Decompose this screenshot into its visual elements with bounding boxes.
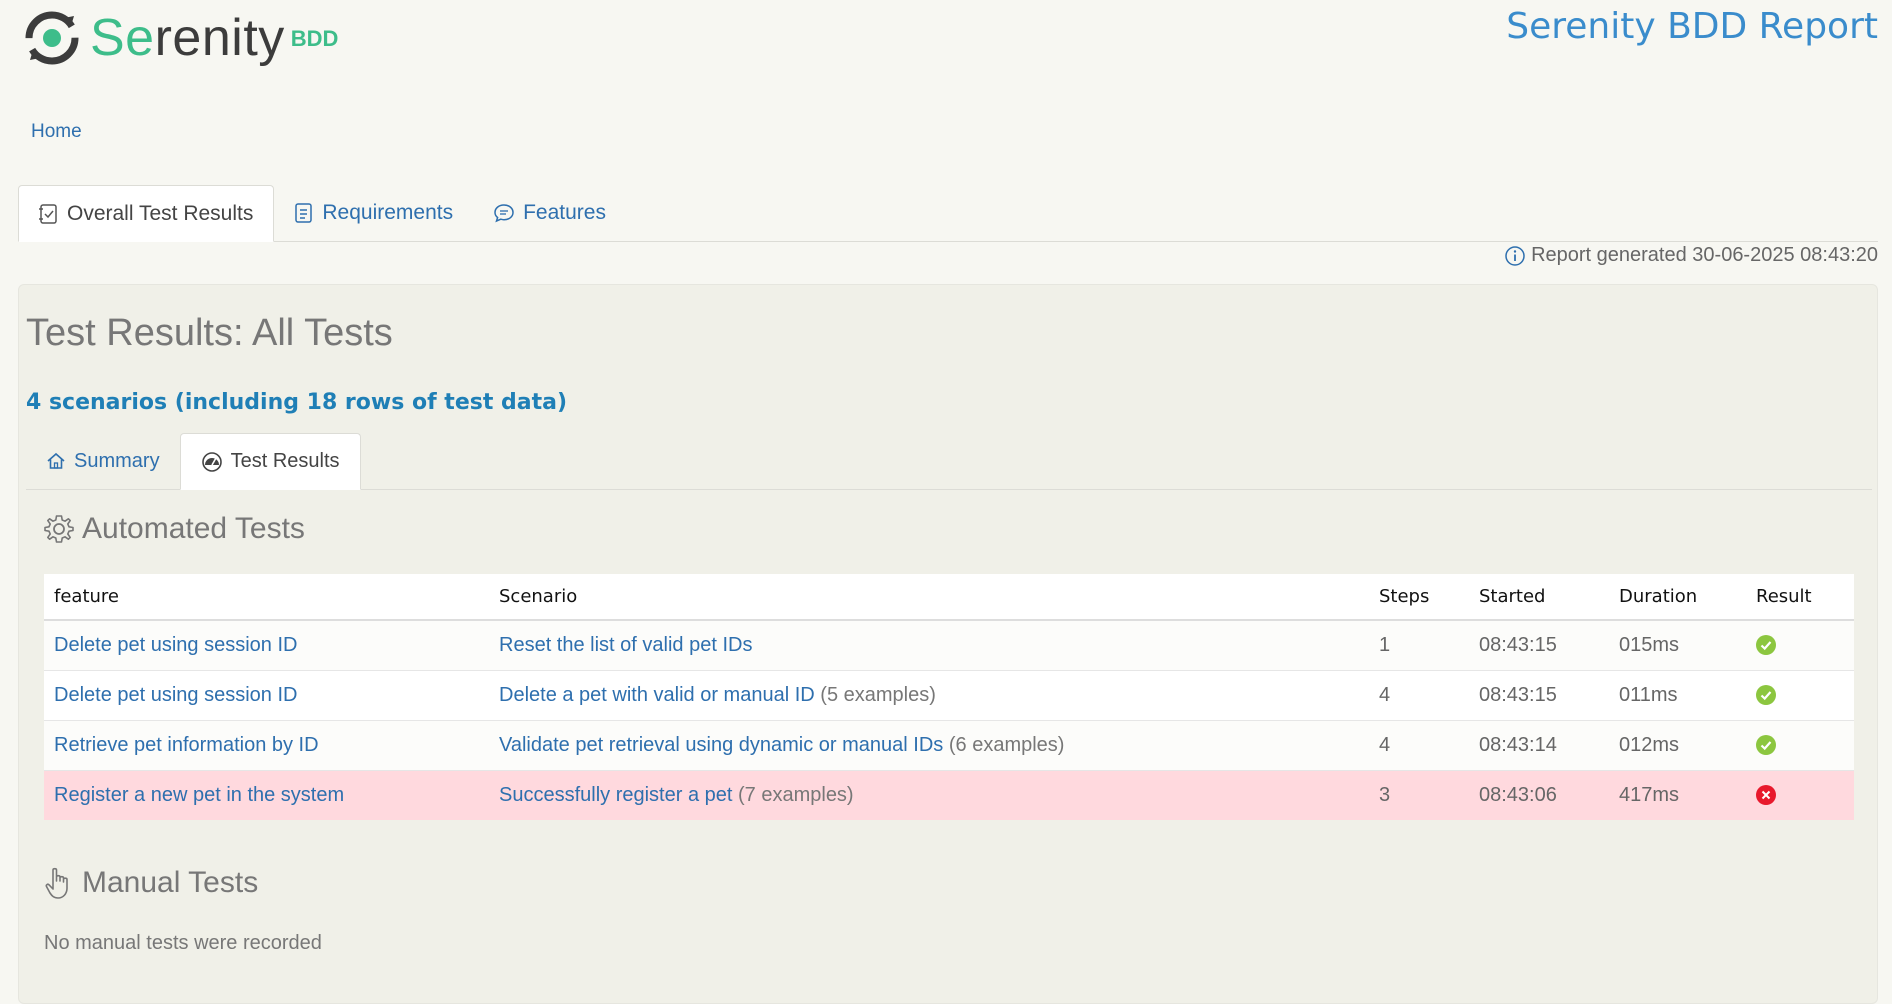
column-header-feature[interactable]: feature [44, 574, 489, 621]
serenity-logo-icon [25, 11, 79, 65]
scenario-link[interactable]: Delete a pet with valid or manual ID [499, 684, 815, 706]
main-tabs: Overall Test Results Requirements Featur… [18, 185, 1878, 242]
duration-cell: 417ms [1609, 769, 1746, 820]
steps-cell: 1 [1369, 619, 1469, 670]
started-cell: 08:43:15 [1469, 619, 1609, 670]
tab-label: Summary [74, 449, 160, 472]
feature-link[interactable]: Register a new pet in the system [54, 784, 344, 806]
logo-bdd-label: BDD [290, 26, 339, 51]
column-header-duration[interactable]: Duration [1609, 574, 1746, 621]
scenario-link[interactable]: Validate pet retrieval using dynamic or … [499, 734, 943, 756]
checklist-icon [39, 203, 57, 224]
duration-cell: 015ms [1609, 619, 1746, 670]
started-cell: 08:43:14 [1469, 719, 1609, 770]
scenario-link[interactable]: Reset the list of valid pet IDs [499, 634, 752, 656]
tab-requirements[interactable]: Requirements [274, 185, 473, 241]
results-sub-tabs: Summary Test Results [26, 433, 1872, 490]
table-row: Delete pet using session ID Delete a pet… [44, 669, 1854, 720]
speech-bubble-icon [494, 204, 514, 223]
passed-icon [1756, 635, 1776, 656]
tab-label: Overall Test Results [67, 201, 254, 225]
table-row: Retrieve pet information by ID Validate … [44, 719, 1854, 770]
passed-icon [1756, 735, 1776, 756]
duration-cell: 011ms [1609, 669, 1746, 720]
breadcrumb-home-link[interactable]: Home [31, 121, 82, 143]
feature-link[interactable]: Delete pet using session ID [54, 634, 297, 656]
tab-summary[interactable]: Summary [26, 433, 180, 489]
no-manual-tests-message: No manual tests were recorded [44, 932, 322, 954]
table-header-row: feature Scenario Steps Started Duration … [44, 574, 1854, 621]
hand-pointer-icon [45, 867, 68, 899]
tab-overall-test-results[interactable]: Overall Test Results [18, 185, 275, 242]
steps-cell: 4 [1369, 719, 1469, 770]
feature-link[interactable]: Retrieve pet information by ID [54, 734, 319, 756]
section-title-text: Manual Tests [82, 866, 259, 899]
document-icon [295, 203, 313, 223]
examples-count: (7 examples) [738, 783, 854, 806]
info-icon [1505, 245, 1525, 266]
failed-icon [1756, 785, 1776, 806]
page-title: Test Results: All Tests [26, 312, 393, 354]
duration-cell: 012ms [1609, 719, 1746, 770]
examples-count: (6 examples) [948, 733, 1065, 756]
report-generated-text: Report generated 30-06-2025 08:43:20 [1531, 244, 1878, 266]
automated-tests-table: feature Scenario Steps Started Duration … [44, 574, 1854, 820]
tab-test-results[interactable]: Test Results [179, 433, 361, 490]
gear-icon [44, 515, 74, 543]
feature-link[interactable]: Delete pet using session ID [54, 684, 297, 706]
column-header-result[interactable]: Result [1746, 574, 1854, 621]
started-cell: 08:43:06 [1469, 769, 1609, 820]
report-generated-info: Report generated 30-06-2025 08:43:20 [1504, 244, 1878, 267]
steps-cell: 3 [1369, 769, 1469, 820]
column-header-scenario[interactable]: Scenario [489, 574, 1369, 621]
home-icon [47, 452, 65, 469]
table-row-failed: Register a new pet in the system Success… [44, 769, 1854, 820]
column-header-started[interactable]: Started [1469, 574, 1609, 621]
steps-cell: 4 [1369, 669, 1469, 720]
scenario-link[interactable]: Successfully register a pet [499, 784, 732, 806]
manual-tests-heading: Manual Tests [44, 866, 258, 900]
serenity-logo: Serenity BDD [24, 2, 338, 74]
scenario-count: 4 scenarios (including 18 rows of test d… [26, 390, 568, 415]
examples-count: (5 examples) [820, 683, 936, 706]
automated-tests-heading: Automated Tests [44, 512, 305, 546]
report-title: Serenity BDD Report [1506, 6, 1878, 47]
tab-label: Test Results [230, 450, 340, 472]
tab-label: Requirements [322, 201, 454, 224]
tab-features[interactable]: Features [473, 185, 626, 241]
table-row: Delete pet using session ID Reset the li… [44, 619, 1854, 670]
tab-label: Features [523, 201, 606, 224]
column-header-steps[interactable]: Steps [1369, 574, 1469, 621]
started-cell: 08:43:15 [1469, 669, 1609, 720]
gauge-icon [201, 451, 222, 472]
section-title-text: Automated Tests [82, 512, 305, 545]
logo-wordmark: Serenity [90, 9, 285, 67]
passed-icon [1756, 685, 1776, 706]
